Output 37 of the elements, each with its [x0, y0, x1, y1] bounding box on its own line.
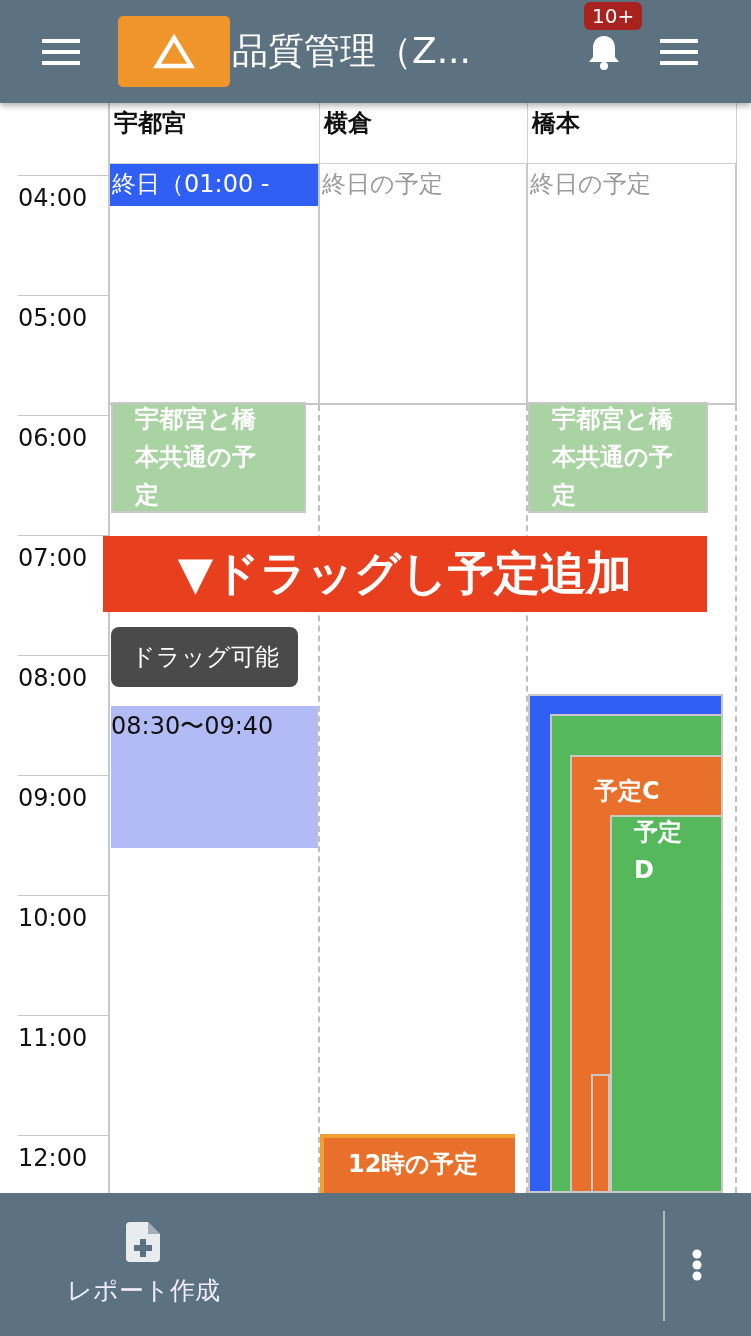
all-day-slot[interactable]: 終日の予定 [320, 164, 526, 206]
menu-icon[interactable] [660, 38, 698, 65]
drag-banner: ▼ドラッグし予定追加 [103, 536, 707, 612]
event-title: 予定D [634, 817, 683, 886]
add-document-icon [126, 1222, 160, 1262]
time-label: 12:00 [18, 1144, 88, 1172]
all-day-event[interactable]: 終日（01:00 - [110, 164, 318, 206]
event-block[interactable]: 予定C 予定D [570, 755, 723, 1193]
time-label: 10:00 [18, 904, 88, 932]
event-title: 宇都宮と橋本共通の予定 [135, 404, 257, 511]
menu-icon[interactable] [42, 38, 80, 65]
time-label: 04:00 [18, 184, 88, 212]
app-title: 品質管理（Z... [232, 29, 472, 73]
column-header: 橋本 [532, 109, 580, 137]
time-label: 05:00 [18, 304, 88, 332]
event-block[interactable]: 08:30〜09:40 [111, 706, 318, 848]
time-label: 11:00 [18, 1024, 88, 1052]
time-label: 08:00 [18, 664, 88, 692]
triangle-icon [153, 33, 195, 70]
create-report-button[interactable]: レポート作成 [58, 1222, 228, 1307]
notification-badge: 10+ [584, 1, 643, 30]
column-header: 横倉 [324, 109, 372, 137]
event-title: 12時の予定 [348, 1150, 479, 1178]
event-title: 宇都宮と橋本共通の予定 [552, 404, 674, 511]
event-title: 08:30〜09:40 [111, 712, 274, 740]
tooltip: ドラッグ可能 [111, 627, 298, 687]
time-label: 09:00 [18, 784, 88, 812]
column-header: 宇都宮 [114, 109, 186, 137]
event-block[interactable]: 宇都宮と橋本共通の予定 [528, 402, 708, 513]
event-block[interactable]: 12時の予定 [320, 1134, 515, 1193]
time-label: 06:00 [18, 424, 88, 452]
event-block[interactable]: 宇都宮と橋本共通の予定 [111, 402, 306, 513]
all-day-slot[interactable]: 終日の予定 [528, 164, 735, 206]
event-block[interactable]: 予定D [610, 815, 723, 1193]
more-icon[interactable] [692, 1249, 702, 1281]
event-title: 予定C [594, 777, 660, 805]
time-label: 07:00 [18, 544, 88, 572]
